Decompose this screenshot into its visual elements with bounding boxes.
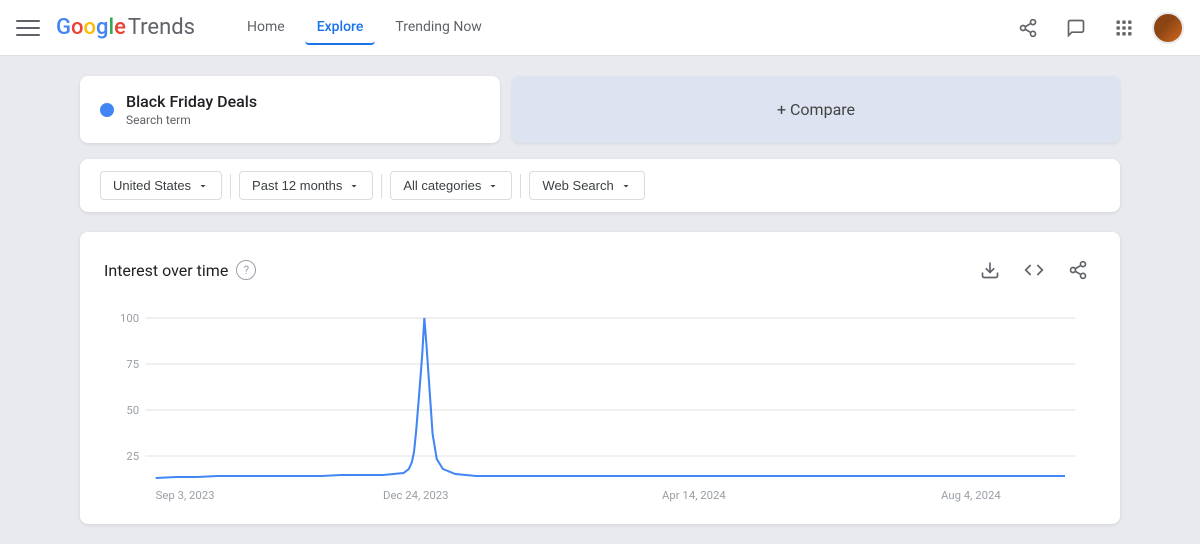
main-content: Black Friday Deals Search term + Compare… <box>0 56 1200 544</box>
filter-sep-3 <box>520 174 521 198</box>
nav-trending[interactable]: Trending Now <box>383 11 493 45</box>
chevron-down-icon <box>620 180 632 192</box>
download-button[interactable] <box>972 252 1008 288</box>
embed-button[interactable] <box>1016 252 1052 288</box>
menu-icon[interactable] <box>16 16 40 40</box>
help-label: ? <box>243 263 249 277</box>
svg-text:Dec 24, 2023: Dec 24, 2023 <box>383 489 449 502</box>
svg-text:Apr 14, 2024: Apr 14, 2024 <box>662 489 727 502</box>
help-icon[interactable]: ? <box>236 260 256 280</box>
compare-label: + Compare <box>777 100 855 119</box>
filter-category[interactable]: All categories <box>390 171 512 200</box>
filter-search-type[interactable]: Web Search <box>529 171 644 200</box>
header: Google Trends Home Explore Trending Now <box>0 0 1200 56</box>
download-icon <box>980 260 1000 280</box>
term-name: Black Friday Deals <box>126 92 480 111</box>
main-nav: Home Explore Trending Now <box>235 11 494 45</box>
filter-category-label: All categories <box>403 178 481 193</box>
chevron-down-icon <box>197 180 209 192</box>
chevron-down-icon <box>348 180 360 192</box>
header-left: Google Trends Home Explore Trending Now <box>16 11 1008 45</box>
logo: Google Trends <box>56 15 195 40</box>
svg-text:Sep 3, 2023: Sep 3, 2023 <box>156 489 215 502</box>
embed-icon <box>1024 260 1044 280</box>
share-icon[interactable] <box>1008 8 1048 48</box>
compare-card[interactable]: + Compare <box>512 76 1120 143</box>
filter-time-label: Past 12 months <box>252 178 342 193</box>
chart-share-button[interactable] <box>1060 252 1096 288</box>
chart-card: Interest over time ? <box>80 232 1120 524</box>
chart-title: Interest over time <box>104 261 228 280</box>
chart-area: 100 75 50 25 Sep 3, 2023 Dec 24, 2023 Ap… <box>104 304 1096 504</box>
filters-bar: United States Past 12 months All categor… <box>80 159 1120 212</box>
apps-icon[interactable] <box>1104 8 1144 48</box>
filter-sep-2 <box>381 174 382 198</box>
svg-text:25: 25 <box>126 450 139 463</box>
chart-header: Interest over time ? <box>104 252 1096 288</box>
nav-explore[interactable]: Explore <box>305 11 376 45</box>
logo-trends-text: Trends <box>128 15 195 40</box>
chart-title-row: Interest over time ? <box>104 260 256 280</box>
search-section: Black Friday Deals Search term + Compare <box>80 76 1120 143</box>
svg-text:100: 100 <box>120 312 139 325</box>
svg-text:Aug 4, 2024: Aug 4, 2024 <box>941 489 1001 502</box>
logo-google: Google <box>56 15 126 40</box>
share-icon <box>1068 260 1088 280</box>
svg-text:50: 50 <box>126 404 139 417</box>
search-term-card: Black Friday Deals Search term <box>80 76 500 143</box>
chart-actions <box>972 252 1096 288</box>
chevron-down-icon <box>487 180 499 192</box>
trend-chart-svg: 100 75 50 25 Sep 3, 2023 Dec 24, 2023 Ap… <box>104 304 1096 504</box>
term-info: Black Friday Deals Search term <box>126 92 480 127</box>
nav-home[interactable]: Home <box>235 11 297 45</box>
term-type: Search term <box>126 113 480 127</box>
svg-text:75: 75 <box>126 358 139 371</box>
filter-sep-1 <box>230 174 231 198</box>
filter-region[interactable]: United States <box>100 171 222 200</box>
avatar[interactable] <box>1152 12 1184 44</box>
filter-region-label: United States <box>113 178 191 193</box>
filter-time[interactable]: Past 12 months <box>239 171 373 200</box>
term-dot <box>100 103 114 117</box>
feedback-icon[interactable] <box>1056 8 1096 48</box>
filter-search-type-label: Web Search <box>542 178 613 193</box>
header-right <box>1008 8 1184 48</box>
